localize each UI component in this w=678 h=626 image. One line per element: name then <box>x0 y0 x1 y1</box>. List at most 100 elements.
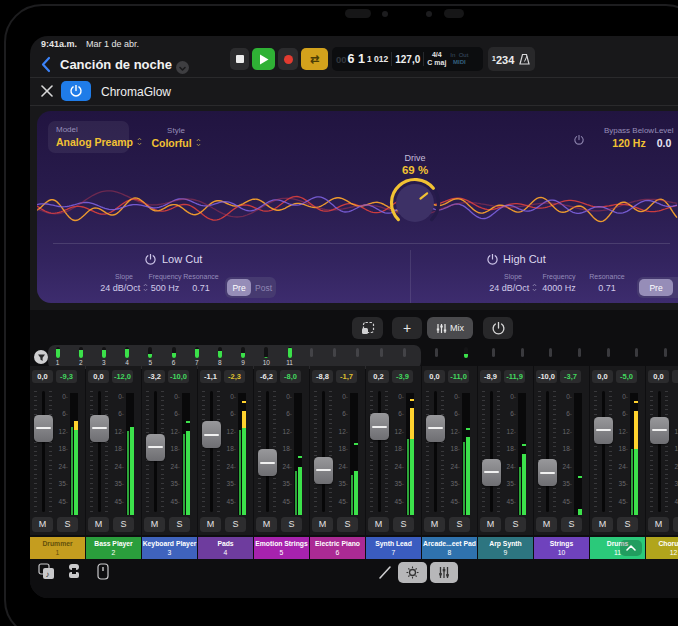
fader-value-box[interactable]: 0,0 <box>424 370 445 383</box>
mute-button[interactable]: M <box>256 517 277 532</box>
high-cut-param-value[interactable]: 0.71 <box>577 283 637 293</box>
level-value-box[interactable]: -11,0 <box>448 370 469 383</box>
mute-button[interactable]: M <box>424 517 445 532</box>
track-name-cell[interactable]: Chorus V12 <box>646 537 678 559</box>
play-button[interactable] <box>252 48 275 70</box>
mute-button[interactable]: M <box>592 517 613 532</box>
track-name-cell[interactable]: Emotion Strings5 <box>254 537 309 559</box>
high-cut-power-button[interactable] <box>487 254 498 265</box>
count-in-button[interactable]: 1234 <box>488 47 535 71</box>
fader-handle[interactable] <box>34 415 53 442</box>
pre-button[interactable]: Pre <box>227 279 251 296</box>
track-name-cell[interactable]: Strings10 <box>534 537 589 559</box>
fader-handle[interactable] <box>426 415 445 442</box>
level-value-box[interactable]: -3,9 <box>392 370 413 383</box>
level-value-box[interactable]: -8,0 <box>280 370 301 383</box>
song-title[interactable]: Canción de noche <box>60 57 172 72</box>
fader-handle[interactable] <box>650 417 669 444</box>
fader-handle[interactable] <box>90 415 109 442</box>
fader-handle[interactable] <box>146 434 165 461</box>
track-name-cell[interactable]: Arcade...eet Pad8 <box>422 537 477 559</box>
title-dropdown-button[interactable] <box>176 61 189 74</box>
mute-button[interactable]: M <box>536 517 557 532</box>
solo-button[interactable]: S <box>113 517 134 532</box>
loops-browser-icon[interactable]: ♪ <box>38 563 55 580</box>
level-value-box[interactable]: -2,3 <box>224 370 245 383</box>
add-track-button[interactable]: + <box>392 317 422 339</box>
browser-icon[interactable] <box>66 563 82 580</box>
track-name-cell[interactable]: Bass Player2 <box>86 537 141 559</box>
solo-button[interactable]: S <box>673 517 678 532</box>
mixer-power-button[interactable] <box>483 317 513 339</box>
high-cut-pre-post[interactable]: Pre Post <box>637 277 678 298</box>
tile-view-button[interactable] <box>352 317 383 339</box>
fader-handle[interactable] <box>482 459 501 486</box>
track-name-cell[interactable]: Drummer1 <box>30 537 85 559</box>
filter-button[interactable] <box>34 350 48 364</box>
mute-button[interactable]: M <box>200 517 221 532</box>
post-button[interactable]: Post <box>251 279 276 296</box>
solo-button[interactable]: S <box>393 517 414 532</box>
fader-strip-icon[interactable] <box>97 563 109 580</box>
track-name-cell[interactable]: Electric Piano6 <box>310 537 365 559</box>
mute-button[interactable]: M <box>480 517 501 532</box>
fader-value-box[interactable]: 0,0 <box>32 370 53 383</box>
fader-handle[interactable] <box>538 459 557 486</box>
fader-handle[interactable] <box>370 413 389 440</box>
mute-button[interactable]: M <box>32 517 53 532</box>
low-cut-param-value[interactable]: 0.71 <box>171 283 231 293</box>
fader-value-box[interactable]: -8,8 <box>312 370 333 383</box>
low-cut-pre-post[interactable]: Pre Post <box>225 277 276 298</box>
solo-button[interactable]: S <box>225 517 246 532</box>
solo-button[interactable]: S <box>617 517 638 532</box>
track-name-cell[interactable]: Keyboard Player3 <box>142 537 197 559</box>
track-name-cell[interactable]: Synth Lead7 <box>366 537 421 559</box>
low-cut-power-button[interactable] <box>145 254 156 265</box>
lcd-display[interactable]: 00 6 1 1 012 127,0 4/4 C maj In Out MIDI <box>332 47 483 71</box>
fader-value-box[interactable]: -10,0 <box>536 370 557 383</box>
solo-button[interactable]: S <box>505 517 526 532</box>
fader-handle[interactable] <box>202 421 221 448</box>
plugin-power-button[interactable] <box>61 81 91 101</box>
mute-button[interactable]: M <box>648 517 669 532</box>
back-button[interactable] <box>41 56 51 73</box>
fader-value-box[interactable]: -8,9 <box>480 370 501 383</box>
fader-handle[interactable] <box>594 417 613 444</box>
solo-button[interactable]: S <box>281 517 302 532</box>
collapse-chevron-button[interactable] <box>620 540 642 556</box>
fader-value-box[interactable]: -6,2 <box>256 370 277 383</box>
level-value-box[interactable]: -3,7 <box>560 370 581 383</box>
fader-value-box[interactable]: 0,2 <box>368 370 389 383</box>
drive-knob[interactable] <box>389 177 441 229</box>
track-name-cell[interactable]: Pads4 <box>198 537 253 559</box>
cycle-button[interactable]: ⇄ <box>301 48 328 70</box>
level-value-box[interactable]: -5,0 <box>616 370 637 383</box>
pre-button[interactable]: Pre <box>639 279 673 296</box>
level-value-box[interactable]: -12,0 <box>112 370 133 383</box>
level-value-box[interactable]: -10,0 <box>168 370 189 383</box>
fader-handle[interactable] <box>314 457 333 484</box>
mute-button[interactable]: M <box>88 517 109 532</box>
level-value-box[interactable] <box>672 370 678 383</box>
mute-button[interactable]: M <box>368 517 389 532</box>
record-button[interactable] <box>278 48 298 70</box>
fader-value-box[interactable]: 0,0 <box>648 370 669 383</box>
automation-button[interactable] <box>398 562 427 583</box>
level-value-box[interactable]: -1,7 <box>336 370 357 383</box>
stop-button[interactable] <box>230 48 249 70</box>
mute-button[interactable]: M <box>144 517 165 532</box>
solo-button[interactable]: S <box>337 517 358 532</box>
solo-button[interactable]: S <box>449 517 470 532</box>
pencil-tool-icon[interactable] <box>378 565 392 580</box>
level-value-box[interactable]: -11,9 <box>504 370 525 383</box>
fader-handle[interactable] <box>258 449 277 476</box>
fader-value-box[interactable]: -1,1 <box>200 370 221 383</box>
track-name-cell[interactable]: Drums11 <box>590 537 645 559</box>
mix-button[interactable]: Mix <box>427 317 473 339</box>
solo-button[interactable]: S <box>561 517 582 532</box>
level-value-box[interactable]: -9,3 <box>56 370 77 383</box>
mute-button[interactable]: M <box>312 517 333 532</box>
solo-button[interactable]: S <box>169 517 190 532</box>
close-plugin-button[interactable] <box>41 85 53 97</box>
solo-button[interactable]: S <box>57 517 78 532</box>
